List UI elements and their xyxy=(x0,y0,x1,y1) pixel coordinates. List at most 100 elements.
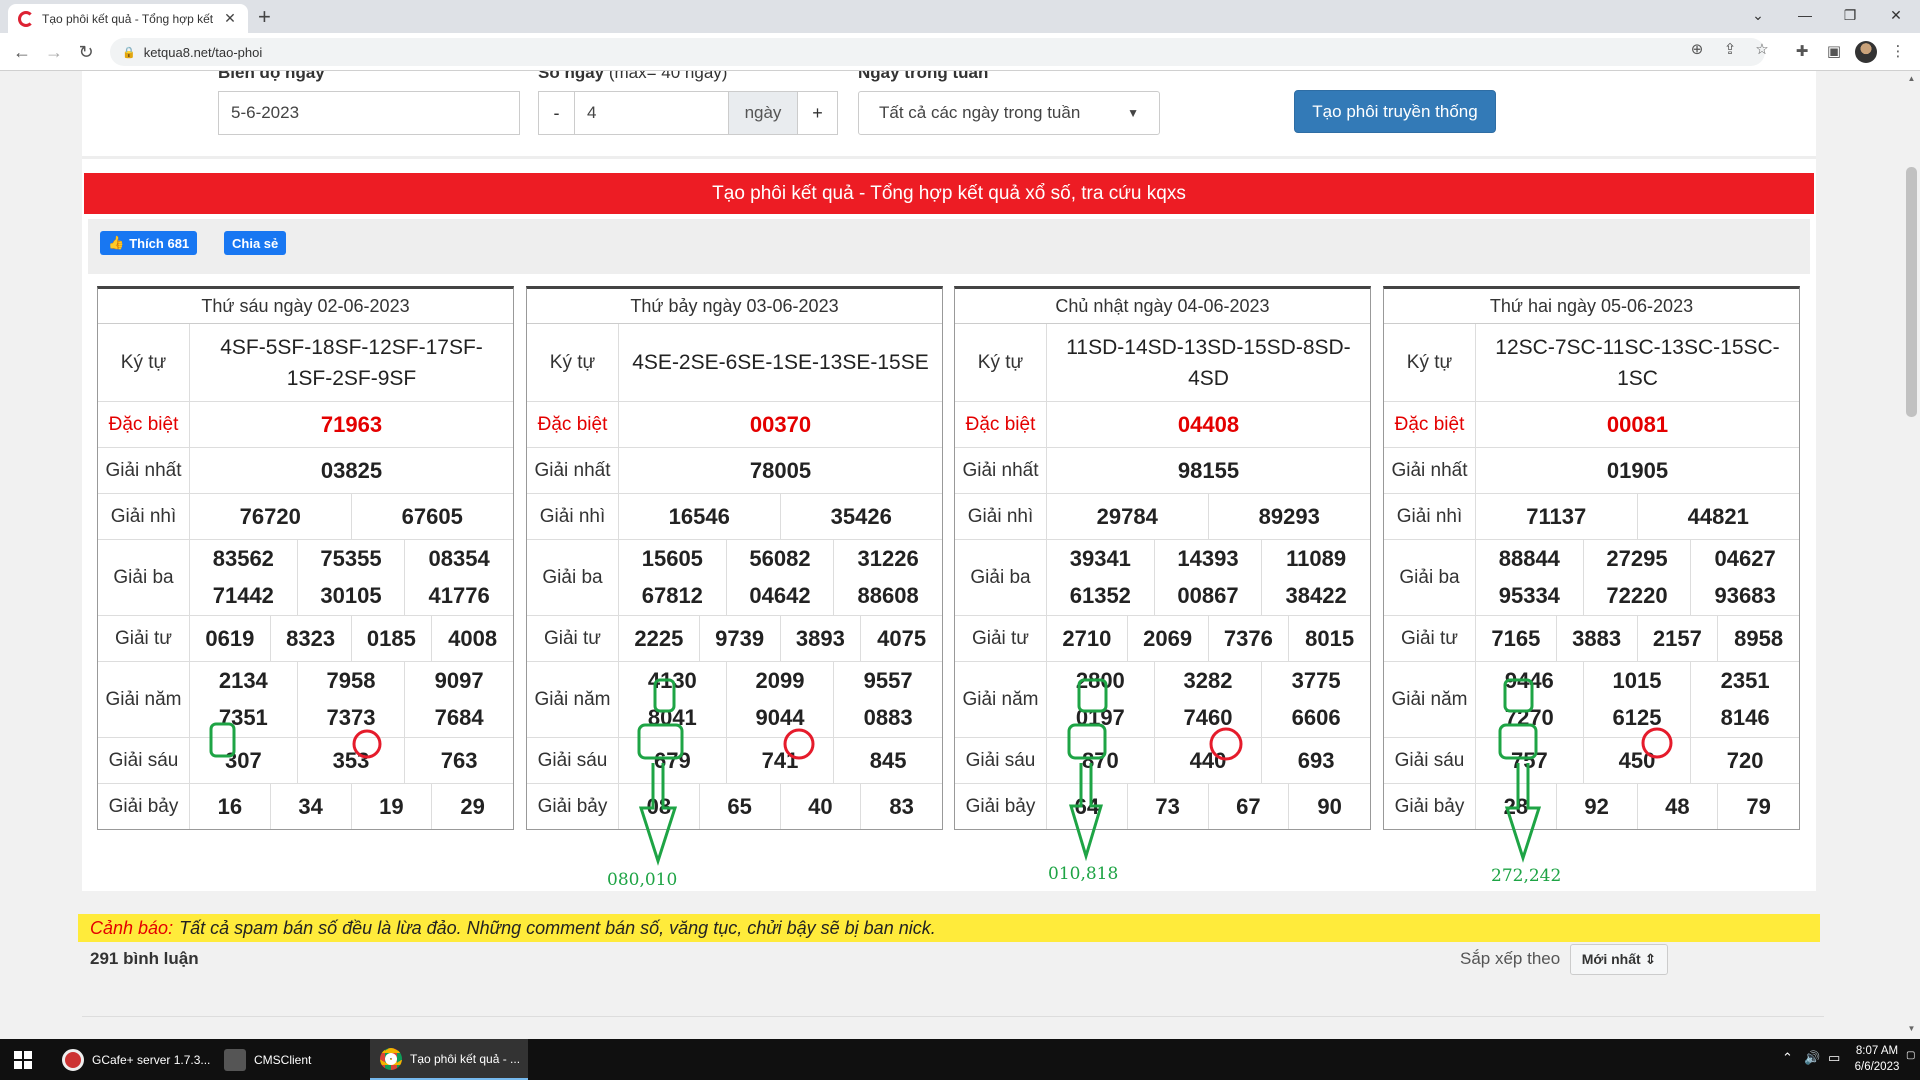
scroll-down-icon[interactable]: ▼ xyxy=(1903,1024,1920,1033)
row-cells: 4SF-5SF-18SF-12SF-17SF-1SF-2SF-9SF xyxy=(190,324,513,401)
row-g5: Giải năm 2134 7958 9097 7351 7373 7684 xyxy=(98,662,513,738)
row-g7: Giải bảy 28 92 48 79 xyxy=(1384,784,1799,829)
tab-search-icon[interactable]: ⌄ xyxy=(1738,4,1778,26)
forward-icon[interactable]: → xyxy=(40,40,68,64)
prize-number: 61352 xyxy=(1047,577,1155,615)
zoom-icon[interactable]: ⊕ xyxy=(1685,40,1709,58)
prize-number: 72220 xyxy=(1584,577,1692,615)
row-cells: 04408 xyxy=(1047,402,1370,447)
lock-icon[interactable]: 🔒 xyxy=(122,46,136,59)
row-label: Giải bảy xyxy=(955,784,1047,829)
restore-icon[interactable]: ❐ xyxy=(1830,4,1870,26)
days-decrement-button[interactable]: - xyxy=(538,91,575,135)
notification-icon[interactable]: ▢ xyxy=(1906,1050,1915,1061)
prize-number: 2351 xyxy=(1720,667,1770,693)
date-input[interactable]: 5-6-2023 xyxy=(218,91,520,135)
row-cells: 78005 xyxy=(619,448,942,493)
row-g4: Giải tư 2225 9739 3893 4075 xyxy=(527,616,942,662)
facebook-like-button[interactable]: 👍 Thích 681 xyxy=(100,231,198,255)
result-date-header: Thứ hai ngày 05-06-2023 xyxy=(1384,289,1799,324)
browser-tab[interactable]: Tạo phôi kết quả - Tổng hợp kết ✕ xyxy=(8,4,248,33)
row-label: Giải ba xyxy=(955,540,1047,615)
facebook-share-button[interactable]: Chia sẻ xyxy=(224,231,287,255)
prize-number: 79 xyxy=(1746,793,1771,819)
prize-number: 34 xyxy=(271,784,352,829)
prize-number: 30105 xyxy=(298,577,406,615)
bookmark-star-icon[interactable]: ☆ xyxy=(1750,40,1774,58)
taskbar-clock[interactable]: 8:07 AM 6/6/2023 xyxy=(1848,1043,1906,1075)
prize-number: 3775 xyxy=(1291,667,1341,693)
scroll-up-icon[interactable]: ▲ xyxy=(1903,74,1920,83)
scrollbar-thumb[interactable] xyxy=(1906,167,1917,417)
prize-number: 9044 xyxy=(727,699,835,737)
row-g6: Giải sáu 679 741 845 xyxy=(527,738,942,784)
result-table: Thứ hai ngày 05-06-2023 Ký tự 12SC-7SC-11S… xyxy=(1383,286,1800,830)
cmsclient-icon xyxy=(224,1048,246,1071)
prize-number: 8041 xyxy=(619,699,727,737)
prize-number: 440 xyxy=(1155,738,1263,783)
tray-expand-icon[interactable]: ⌃ xyxy=(1782,1050,1793,1066)
days-increment-button[interactable]: + xyxy=(797,91,838,135)
taskbar-app-gcafe[interactable]: GCafe+ server 1.7.3... xyxy=(52,1039,212,1080)
weekday-select[interactable]: Tất cả các ngày trong tuần ▼ xyxy=(858,91,1160,135)
row-g2: Giải nhì 29784 89293 xyxy=(955,494,1370,540)
prize-number: 04627 xyxy=(1714,545,1776,571)
side-panel-icon[interactable]: ▣ xyxy=(1822,42,1846,60)
sort-select[interactable]: Mới nhất ⇕ xyxy=(1570,944,1668,975)
taskbar-app-chrome[interactable]: Tạo phôi kết quả - ... xyxy=(370,1039,528,1080)
row-cells: 00081 xyxy=(1476,402,1799,447)
reload-icon[interactable]: ↻ xyxy=(72,40,100,64)
extensions-icon[interactable]: ✚ xyxy=(1790,42,1814,60)
page-scrollbar[interactable]: ▲ ▼ xyxy=(1903,71,1920,1039)
kytu-value: 4SE-2SE-6SE-1SE-13SE-15SE xyxy=(632,351,929,374)
prize-number: 04642 xyxy=(727,577,835,615)
result-table: Chủ nhật ngày 04-06-2023 Ký tự 11SD-14SD-1… xyxy=(954,286,1371,830)
new-tab-icon[interactable]: + xyxy=(258,4,271,30)
menu-kebab-icon[interactable]: ⋮ xyxy=(1886,42,1910,60)
volume-icon[interactable]: 🔊 xyxy=(1804,1050,1820,1066)
social-share-bar: 👍 Thích 681 Chia sẻ xyxy=(88,219,1810,274)
row-g2: Giải nhì 16546 35426 xyxy=(527,494,942,540)
row-label: Giải nhất xyxy=(527,448,619,493)
clock-date: 6/6/2023 xyxy=(1854,1061,1900,1073)
prize-number: 0619 xyxy=(190,616,271,661)
row-cells: 2800 3282 3775 0197 7460 6606 xyxy=(1047,662,1370,737)
row-g4: Giải tư 2710 2069 7376 8015 xyxy=(955,616,1370,662)
days-input[interactable]: 4 xyxy=(574,91,729,135)
back-icon[interactable]: ← xyxy=(8,40,36,64)
address-bar[interactable]: 🔒 ketqua8.net/tao-phoi xyxy=(110,38,1765,66)
days-unit: ngày xyxy=(728,91,798,135)
close-window-icon[interactable]: ✕ xyxy=(1876,4,1916,26)
row-g3: Giải ba 39341 14393 11089 61352 00867 38422 xyxy=(955,540,1370,616)
windows-start-icon[interactable] xyxy=(14,1051,32,1069)
generate-button[interactable]: Tạo phôi truyền thống xyxy=(1294,90,1496,133)
share-page-icon[interactable]: ⇪ xyxy=(1718,40,1742,58)
close-tab-icon[interactable]: ✕ xyxy=(222,10,238,27)
annotation-label: 080,010 xyxy=(607,870,678,890)
row-label: Đặc biệt xyxy=(527,402,619,447)
minimize-icon[interactable]: — xyxy=(1785,4,1825,26)
row-cells: 2225 9739 3893 4075 xyxy=(619,616,942,661)
result-table: Thứ sáu ngày 02-06-2023 Ký tự 4SF-5SF-18SF… xyxy=(97,286,514,830)
row-label: Giải ba xyxy=(1384,540,1476,615)
prize-number: 93683 xyxy=(1714,583,1776,608)
row-cells: 4130 2099 9557 8041 9044 0883 xyxy=(619,662,942,737)
prize-number: 720 xyxy=(1726,747,1764,773)
row-label: Giải sáu xyxy=(1384,738,1476,783)
row-label: Giải nhì xyxy=(955,494,1047,539)
prize-number: 6125 xyxy=(1584,699,1692,737)
result-date-header: Chủ nhật ngày 04-06-2023 xyxy=(955,289,1370,324)
network-icon[interactable]: ▭ xyxy=(1828,1050,1840,1066)
row-label: Giải tư xyxy=(98,616,190,661)
row-label: Đặc biệt xyxy=(1384,402,1476,447)
row-g7: Giải bảy 16 34 19 29 xyxy=(98,784,513,829)
row-label: Giải ba xyxy=(98,540,190,615)
prize-number: 9557 xyxy=(863,667,913,693)
profile-avatar[interactable] xyxy=(1855,41,1877,63)
row-cells: 7165 3883 2157 8958 xyxy=(1476,616,1799,661)
row-cells: 870 440 693 xyxy=(1047,738,1370,783)
prize-number: 2800 xyxy=(1047,662,1155,699)
taskbar-app-cmsclient[interactable]: CMSClient xyxy=(214,1039,368,1080)
row-cells: 39341 14393 11089 61352 00867 38422 xyxy=(1047,540,1370,615)
row-label: Giải sáu xyxy=(527,738,619,783)
